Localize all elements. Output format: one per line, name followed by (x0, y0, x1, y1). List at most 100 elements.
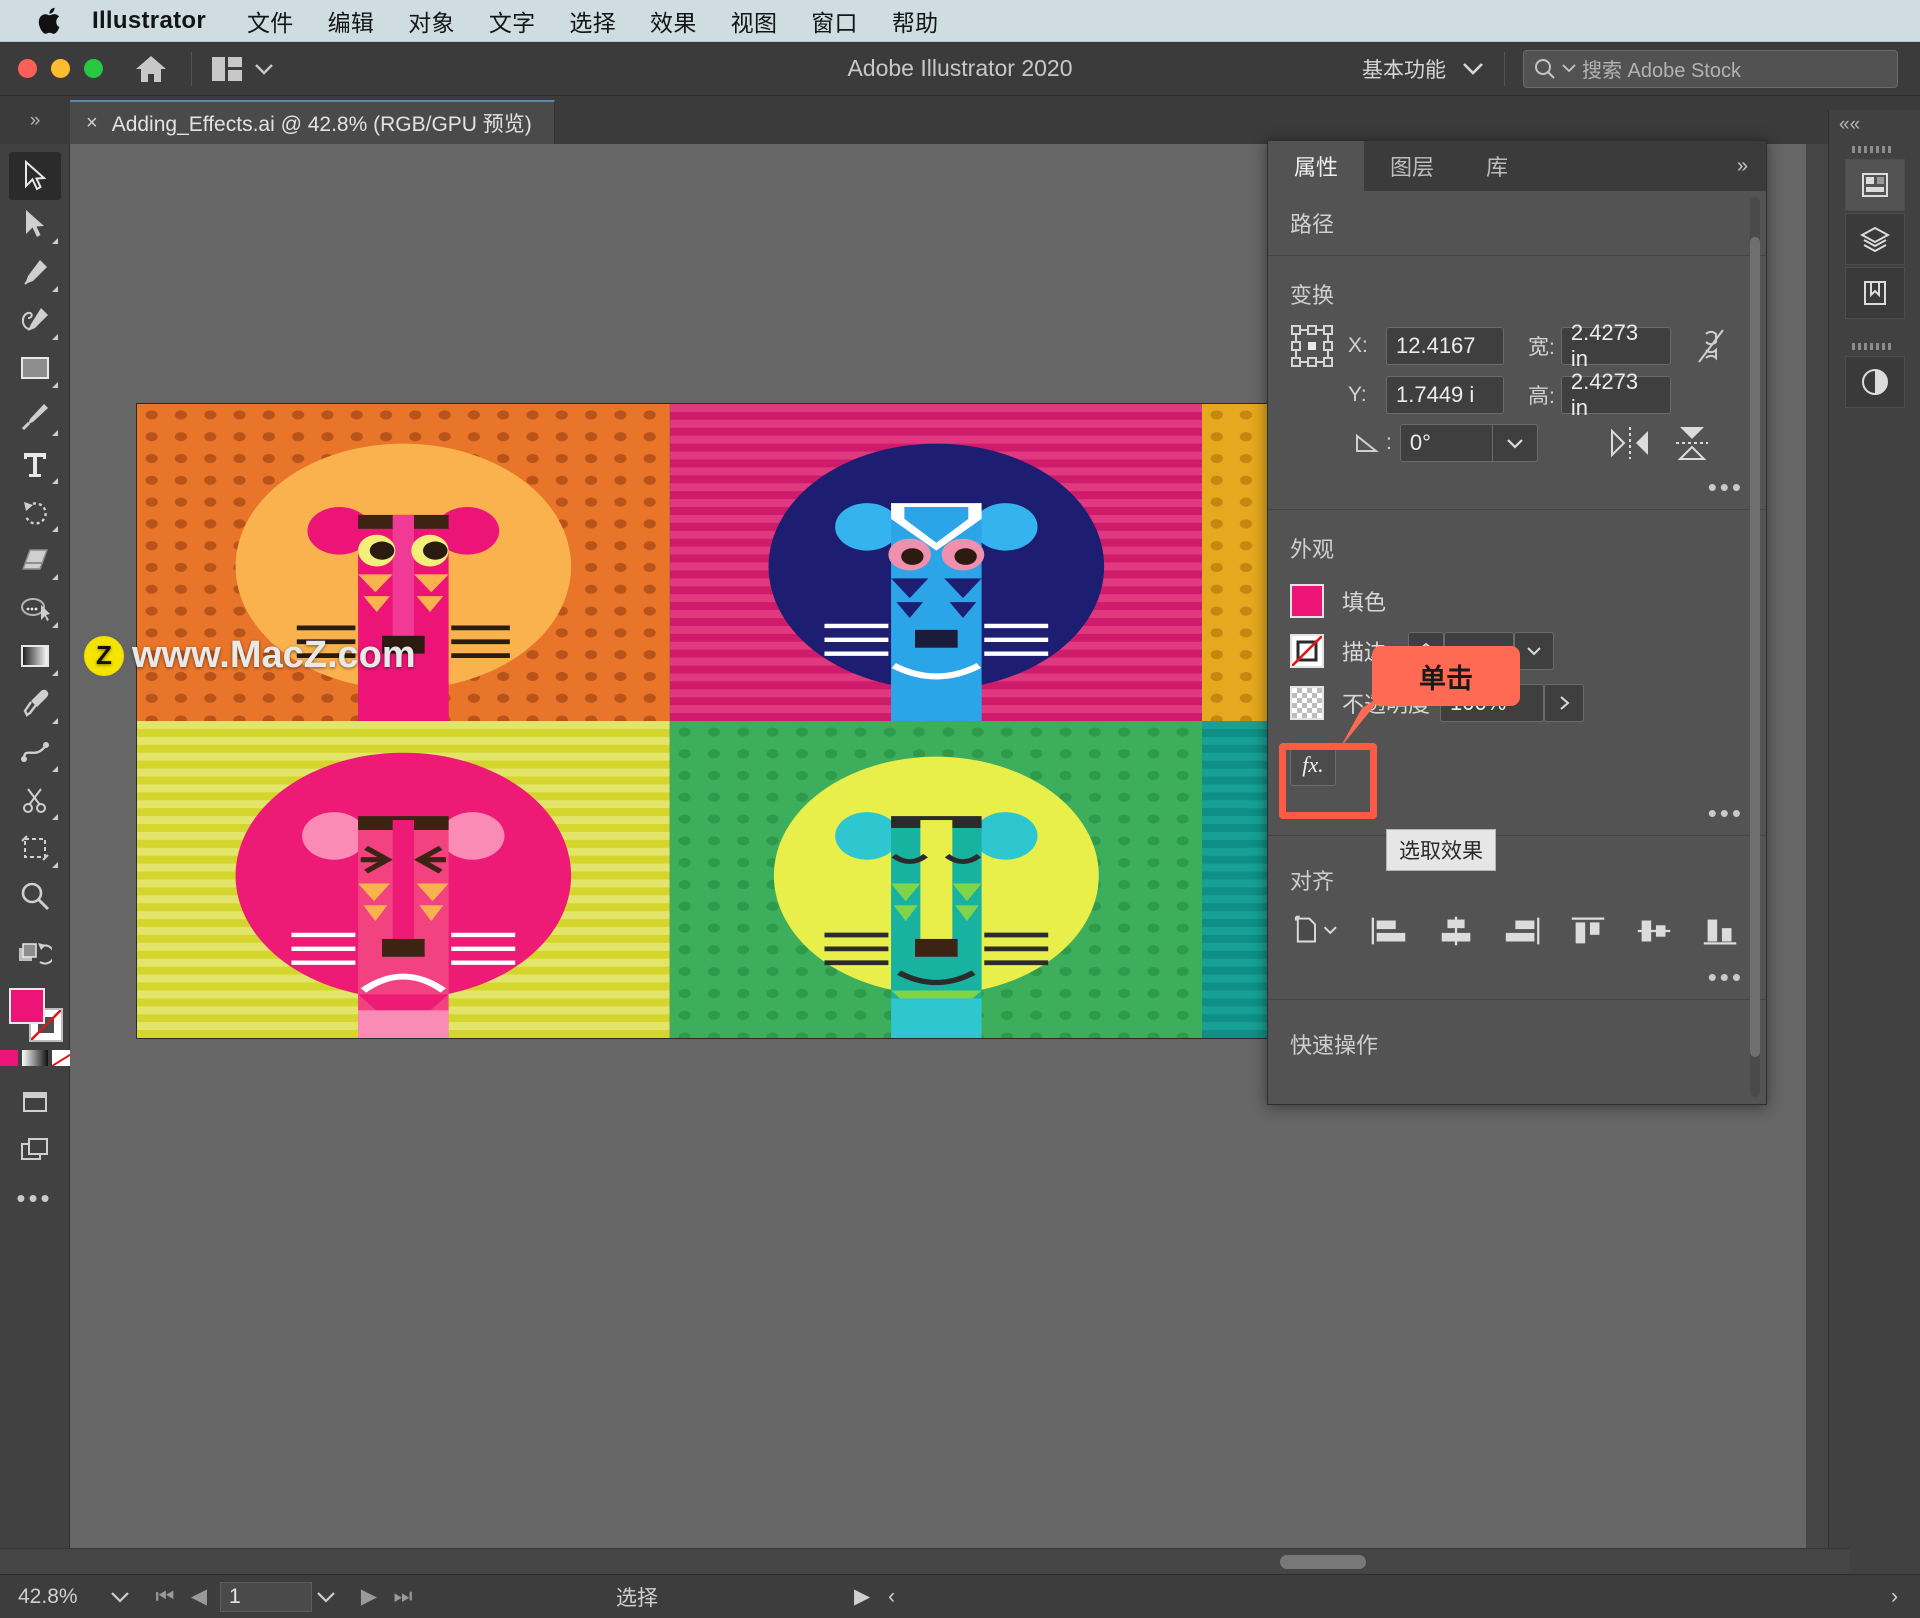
menu-app-name[interactable]: Illustrator (92, 7, 230, 35)
document-tab[interactable]: × Adding_Effects.ai @ 42.8% (RGB/GPU 预览) (70, 100, 555, 144)
home-icon[interactable] (131, 51, 171, 87)
canvas-horizontal-scrollbar[interactable] (0, 1548, 1850, 1574)
close-window-button[interactable] (18, 59, 37, 78)
properties-scroll-thumb[interactable] (1750, 237, 1760, 1057)
libraries-dock-icon[interactable] (1844, 267, 1905, 319)
menu-file[interactable]: 文件 (230, 4, 311, 38)
artwork-cell-lion-orange[interactable] (137, 404, 670, 721)
appearance-more-button[interactable]: ••• (1708, 798, 1744, 829)
window-controls[interactable] (18, 59, 103, 78)
artwork-cell-lion-navy[interactable] (669, 404, 1203, 721)
apple-logo-icon[interactable] (38, 6, 64, 36)
transform-more-button[interactable]: ••• (1708, 472, 1744, 503)
status-playhead-icon[interactable]: ▶ (854, 1584, 870, 1609)
color-swatch-button[interactable] (0, 1050, 18, 1066)
curvature-tool[interactable] (9, 296, 61, 344)
menu-object[interactable]: 对象 (391, 4, 472, 38)
flip-vertical-icon[interactable] (1672, 425, 1712, 461)
canvas-vertical-scrollbar[interactable] (1806, 144, 1828, 1548)
align-center-horizontal-icon[interactable] (1436, 914, 1476, 948)
rectangle-tool[interactable] (9, 344, 61, 392)
search-input[interactable]: 搜索 Adobe Stock (1523, 49, 1898, 88)
workspace-switcher-label[interactable]: 基本功能 (1362, 54, 1446, 84)
align-to-selection-icon[interactable] (1294, 914, 1344, 948)
fill-swatch[interactable] (8, 988, 45, 1024)
screen-mode-button[interactable] (9, 1078, 61, 1126)
gradient-swatch-button[interactable] (21, 1050, 48, 1066)
zoom-level[interactable]: 42.8% (0, 1585, 110, 1609)
last-page-icon[interactable]: ⏭ (386, 1585, 420, 1609)
align-more-button[interactable]: ••• (1708, 962, 1744, 993)
align-top-icon[interactable] (1568, 914, 1608, 948)
align-left-icon[interactable] (1370, 914, 1410, 948)
tab-properties[interactable]: 属性 (1268, 141, 1365, 191)
stroke-color-swatch[interactable] (1290, 634, 1324, 668)
color-mode-buttons[interactable] (0, 1050, 78, 1066)
paintbrush-tool[interactable] (9, 392, 61, 440)
page-number-input[interactable]: 1 (220, 1581, 312, 1612)
artboard-tool[interactable] (9, 824, 61, 872)
width-input[interactable]: 2.4273 in (1560, 320, 1671, 371)
properties-dock-icon[interactable] (1844, 159, 1905, 211)
type-tool[interactable] (9, 440, 61, 488)
pen-tool[interactable] (9, 248, 61, 296)
artwork-cell-lion-pink[interactable] (137, 721, 670, 1038)
tab-layers[interactable]: 图层 (1364, 141, 1460, 191)
scissors-tool[interactable] (9, 776, 61, 824)
align-bottom-icon[interactable] (1700, 914, 1740, 948)
arrange-documents-icon[interactable] (212, 56, 274, 81)
reference-point-grid-icon[interactable] (1290, 324, 1334, 368)
tab-libraries[interactable]: 库 (1460, 141, 1534, 191)
artwork-cell-lion-green[interactable] (669, 721, 1203, 1038)
layers-dock-icon[interactable] (1844, 213, 1905, 265)
align-center-vertical-icon[interactable] (1634, 914, 1674, 948)
menu-edit[interactable]: 编辑 (311, 4, 392, 38)
y-input[interactable]: 1.7449 i (1386, 376, 1504, 414)
close-document-icon[interactable]: × (86, 112, 98, 135)
page-chevron-down-icon[interactable] (316, 1591, 336, 1603)
menu-window[interactable]: 窗口 (794, 4, 875, 38)
zoom-chevron-down-icon[interactable] (110, 1591, 130, 1603)
dock-collapse-button[interactable]: «« (1829, 114, 1860, 136)
angle-input[interactable]: 0° (1399, 424, 1492, 462)
flip-horizontal-icon[interactable] (1610, 425, 1650, 461)
eraser-tool[interactable] (9, 536, 61, 584)
lasso-tool[interactable] (9, 584, 61, 632)
color-dock-icon[interactable] (1844, 356, 1905, 408)
rotate-tool[interactable] (9, 488, 61, 536)
first-page-icon[interactable]: ⏮ (148, 1585, 182, 1609)
change-screen-mode-button[interactable] (9, 1126, 61, 1174)
unlink-icon[interactable] (1693, 326, 1727, 366)
angle-dropdown[interactable] (1491, 424, 1538, 462)
status-prev-icon[interactable]: ‹ (888, 1585, 895, 1609)
menu-type[interactable]: 文字 (472, 4, 553, 38)
stroke-weight-dropdown[interactable] (1514, 632, 1555, 670)
toolbar-overflow-button[interactable]: ••• (9, 1174, 61, 1222)
fill-stroke-swatches[interactable] (7, 986, 63, 1042)
x-input[interactable]: 12.4167 (1386, 327, 1504, 365)
menu-select[interactable]: 选择 (552, 4, 633, 38)
blend-tool[interactable] (9, 728, 61, 776)
horizontal-scroll-thumb[interactable] (1280, 1555, 1366, 1569)
selection-tool[interactable] (8, 152, 61, 200)
previous-page-icon[interactable]: ◀ (182, 1584, 216, 1609)
align-right-icon[interactable] (1502, 914, 1542, 948)
opacity-options-button[interactable] (1544, 684, 1585, 722)
minimize-window-button[interactable] (51, 59, 70, 78)
opacity-swatch[interactable] (1290, 686, 1324, 720)
collapse-left-panel-button[interactable]: » (0, 110, 70, 144)
gradient-tool[interactable] (9, 632, 61, 680)
edit-toolbar-button[interactable] (9, 932, 61, 980)
status-next-icon[interactable]: › (1891, 1585, 1898, 1609)
direct-selection-tool[interactable] (9, 200, 61, 248)
eyedropper-tool[interactable] (9, 680, 61, 728)
height-input[interactable]: 2.4273 in (1560, 369, 1671, 420)
maximize-window-button[interactable] (84, 59, 103, 78)
fill-color-swatch[interactable] (1290, 584, 1324, 618)
zoom-tool[interactable] (9, 872, 61, 920)
properties-panel-scrollbar[interactable] (1750, 197, 1760, 1097)
menu-help[interactable]: 帮助 (875, 4, 956, 38)
properties-panel[interactable]: 属性 图层 库 » 路径 变换 X: 12.4167 宽: 2.4273 in (1267, 140, 1767, 1105)
menu-effect[interactable]: 效果 (633, 4, 714, 38)
panel-menu-icon[interactable]: » (1719, 141, 1766, 191)
